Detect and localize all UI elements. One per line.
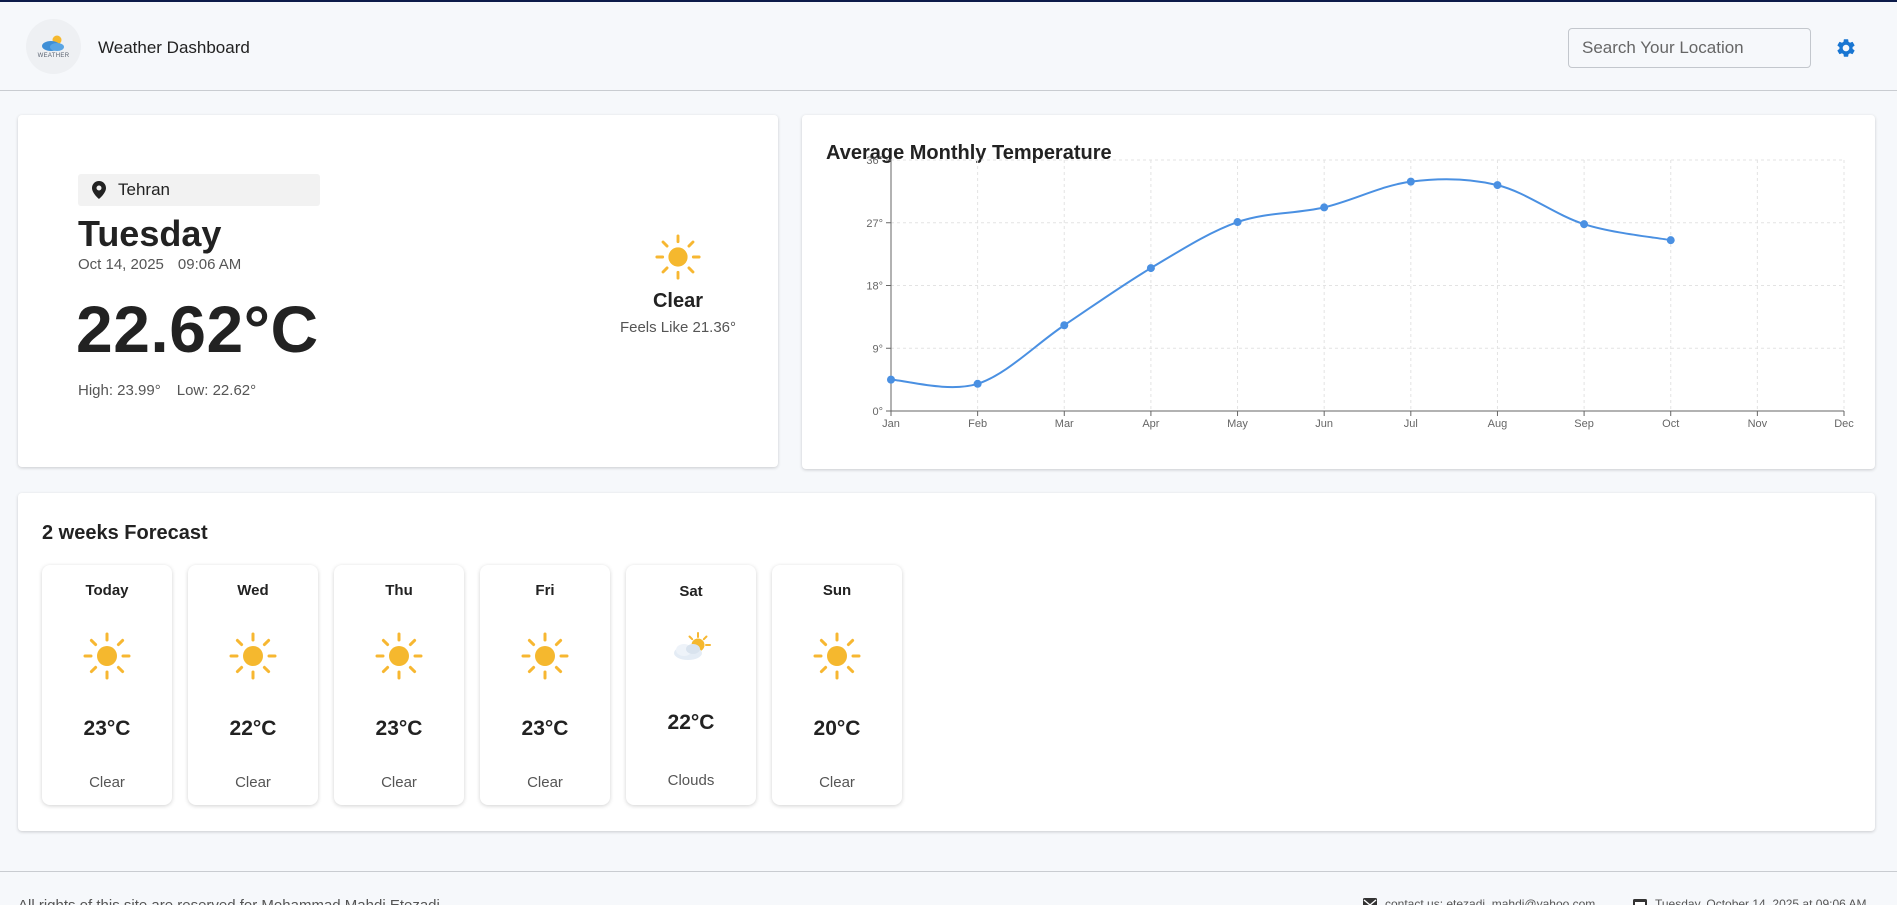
calendar-icon: [1633, 899, 1647, 905]
forecast-day-label: Today: [85, 582, 129, 599]
x-tick-label: Aug: [1488, 418, 1508, 430]
forecast-day-card[interactable]: Fri 23°C Clear: [480, 565, 610, 805]
app-header: WEATHER Weather Dashboard: [0, 0, 1897, 91]
forecast-day-label: Sun: [822, 582, 852, 599]
high-temp: High: 23.99°: [78, 382, 161, 399]
mail-icon: [1363, 898, 1377, 905]
forecast-title: 2 weeks Forecast: [42, 522, 208, 544]
y-tick-label: 18°: [866, 281, 883, 293]
sun-icon: [375, 632, 423, 680]
low-temp: Low: 22.62°: [176, 382, 257, 399]
forecast-card: 2 weeks Forecast Today 23°C Clear Wed 22°C Cl…: [18, 493, 1875, 831]
y-tick-label: 36°: [866, 155, 883, 167]
forecast-day-label: Wed: [237, 582, 269, 599]
y-tick-label: 27°: [866, 218, 883, 230]
data-point: [887, 375, 895, 384]
footer-datetime: Tuesday, October 14, 2025 at 09:06 AM: [1633, 897, 1866, 905]
forecast-day-card[interactable]: Wed 22°C Clear: [188, 565, 318, 805]
current-condition: Clear Feels Like 21.36°: [578, 233, 778, 336]
current-time: 09:06 AM: [177, 256, 242, 273]
data-point: [973, 379, 982, 388]
footer-contact[interactable]: contact us: etezadi_mahdi@yahoo.com: [1363, 897, 1595, 905]
x-tick-label: Jan: [882, 418, 900, 430]
forecast-day-label: Fri: [535, 582, 555, 599]
forecast-day-card[interactable]: Today 23°C Clear: [42, 565, 172, 805]
feels-like: Feels Like 21.36°: [619, 319, 737, 336]
forecast-condition: Clear: [235, 774, 271, 791]
forecast-day-card[interactable]: Sat 22°C Clouds: [626, 565, 756, 805]
x-tick-label: Dec: [1834, 418, 1854, 430]
temperature-line-chart: 0° 9° 18° 27° 36° Jan Feb Mar Apr May Jun Jul Aug Sep…: [866, 155, 1854, 430]
y-tick-label: 0°: [872, 406, 883, 418]
temperature-series-line: [890, 178, 1671, 389]
forecast-list: Today 23°C Clear Wed 22°C Clear Thu 23°C Clear Fr…: [42, 565, 902, 805]
x-tick-label: Apr: [1142, 418, 1159, 430]
data-point: [1233, 218, 1242, 227]
sun-icon: [521, 632, 569, 680]
x-tick-label: Mar: [1055, 418, 1074, 430]
forecast-temp: 22°C: [229, 717, 277, 740]
forecast-temp: 22°C: [667, 711, 715, 734]
data-point: [1580, 220, 1589, 229]
forecast-temp: 20°C: [813, 717, 861, 740]
forecast-condition: Clouds: [667, 772, 715, 789]
forecast-day-label: Sat: [679, 583, 703, 600]
location-search-input[interactable]: [1568, 28, 1811, 68]
forecast-condition: Clear: [89, 774, 125, 791]
forecast-day-card[interactable]: Thu 23°C Clear: [334, 565, 464, 805]
footer-rights: All rights of this site are reserved for…: [18, 897, 440, 905]
cloud-sun-icon: [674, 632, 711, 660]
forecast-day-label: Thu: [385, 582, 413, 599]
sun-icon: [229, 632, 277, 680]
current-weather-card: Tehran Tuesday Oct 14, 2025 09:06 AM 22.6…: [18, 115, 778, 467]
sun-icon: [813, 632, 861, 680]
x-tick-label: Jul: [1404, 418, 1418, 430]
temperature-chart-card: Average Monthly Temperature 0° 9° 18° 27° 36…: [802, 115, 1875, 469]
logo-cloud-icon: [41, 35, 64, 51]
x-tick-label: Oct: [1662, 418, 1679, 430]
current-temperature: 22.62°C: [76, 292, 319, 366]
app-title: Weather Dashboard: [98, 38, 250, 57]
settings-gear-icon[interactable]: [1835, 37, 1857, 59]
current-day: Tuesday: [78, 213, 222, 254]
location-name: Tehran: [118, 180, 170, 199]
x-tick-label: Nov: [1748, 418, 1768, 430]
footer-contact-text: contact us: etezadi_mahdi@yahoo.com: [1385, 897, 1596, 905]
current-date: Oct 14, 2025: [78, 256, 164, 273]
location-badge: Tehran: [78, 174, 320, 206]
y-tick-label: 9°: [872, 343, 883, 355]
forecast-day-card[interactable]: Sun 20°C Clear: [772, 565, 902, 805]
sun-icon: [655, 234, 701, 280]
x-tick-label: Sep: [1574, 418, 1594, 430]
data-point: [1060, 321, 1069, 330]
data-point: [1146, 264, 1155, 273]
forecast-temp: 23°C: [375, 717, 423, 740]
x-tick-label: Jun: [1315, 418, 1333, 430]
data-point: [1406, 177, 1415, 186]
logo-text: WEATHER: [37, 53, 70, 59]
footer-datetime-text: Tuesday, October 14, 2025 at 09:06 AM: [1655, 897, 1867, 905]
forecast-condition: Clear: [381, 774, 417, 791]
forecast-temp: 23°C: [521, 717, 569, 740]
current-date-time: Oct 14, 2025 09:06 AM: [78, 256, 241, 273]
forecast-condition: Clear: [819, 774, 855, 791]
data-point: [1666, 236, 1675, 245]
high-low: High: 23.99° Low: 22.62°: [78, 382, 256, 399]
forecast-temp: 23°C: [83, 717, 131, 740]
x-tick-label: May: [1227, 418, 1248, 430]
sun-icon: [83, 632, 131, 680]
data-point: [1493, 181, 1502, 190]
x-tick-label: Feb: [968, 418, 987, 430]
data-point: [1320, 203, 1329, 212]
forecast-condition: Clear: [527, 774, 563, 791]
condition-label: Clear: [652, 290, 704, 312]
app-logo[interactable]: WEATHER: [26, 19, 81, 74]
footer: All rights of this site are reserved for…: [0, 871, 1897, 905]
map-pin-icon: [92, 181, 106, 199]
